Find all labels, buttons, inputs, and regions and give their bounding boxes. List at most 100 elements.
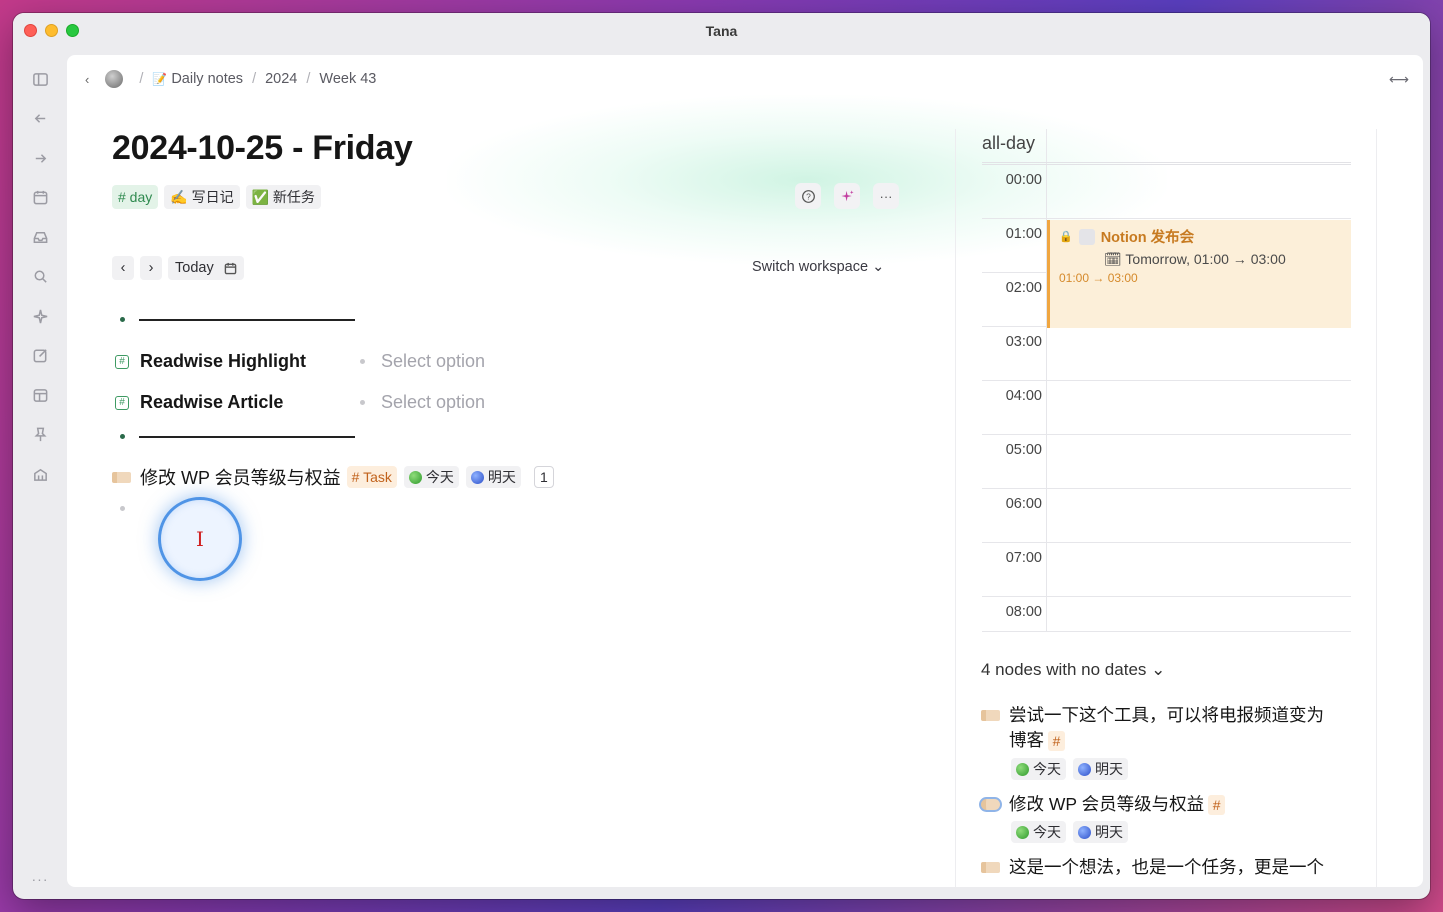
today-chip[interactable]: 今天: [1011, 821, 1066, 843]
today-chip[interactable]: 今天: [1011, 758, 1066, 780]
blue-circle-icon: [1078, 762, 1091, 776]
task-supertag[interactable]: # Task: [346, 466, 397, 488]
field-name[interactable]: Readwise Highlight: [140, 351, 360, 372]
outline-divider-row[interactable]: [112, 317, 355, 322]
tomorrow-chip[interactable]: 明天: [465, 466, 521, 488]
no-date-item-chips: 今天 明天: [1011, 758, 1135, 780]
date-navigation: ‹ › Today: [112, 256, 244, 280]
blue-circle-icon: [470, 470, 484, 484]
bullet[interactable]: [120, 317, 125, 322]
workspace-building-icon[interactable]: [30, 464, 50, 484]
no-date-item-text[interactable]: 这是一个想法，也是一个任务，更是一个: [1009, 855, 1339, 880]
inbox-icon[interactable]: [30, 227, 50, 247]
switch-workspace-button[interactable]: Switch workspace ⌄: [752, 259, 884, 275]
hour-slot[interactable]: 03:00: [982, 327, 1351, 381]
green-circle-icon: [1016, 762, 1029, 776]
hour-divider: [1046, 327, 1047, 380]
text-cursor-icon: I: [196, 527, 204, 551]
next-day-button[interactable]: ›: [140, 256, 162, 280]
today-button[interactable]: Today: [168, 256, 244, 280]
event-time: 01:00 → 03:00: [1059, 271, 1138, 285]
hour-label: 07:00: [1005, 550, 1042, 566]
hour-label: 01:00: [1005, 226, 1042, 242]
field-name[interactable]: Readwise Article: [140, 392, 360, 413]
expand-width-icon[interactable]: ⟷: [1389, 71, 1409, 88]
window-controls: [24, 24, 79, 37]
pin-icon[interactable]: [30, 425, 50, 445]
breadcrumb-week[interactable]: Week 43: [319, 71, 376, 87]
task-text[interactable]: 修改 WP 会员等级与权益: [140, 464, 341, 490]
outline-divider-row[interactable]: [112, 434, 355, 439]
task-ticket-icon[interactable]: [112, 471, 131, 483]
breadcrumb-year[interactable]: 2024: [265, 71, 297, 87]
hour-slot[interactable]: 07:00: [982, 543, 1351, 597]
breadcrumb-separator: /: [252, 71, 257, 87]
field-select-option[interactable]: Select option: [360, 392, 485, 413]
back-arrow-icon[interactable]: [30, 109, 50, 129]
hour-slot[interactable]: 05:00: [982, 435, 1351, 489]
field-row-readwise-article: # Readwise Article Select option: [112, 392, 485, 413]
close-window-button[interactable]: [24, 24, 37, 37]
tomorrow-chip[interactable]: 明天: [1073, 821, 1128, 843]
layout-icon[interactable]: [30, 385, 50, 405]
hour-label: 03:00: [1005, 334, 1042, 350]
zoom-window-button[interactable]: [66, 24, 79, 37]
item-tag[interactable]: #: [1048, 731, 1065, 752]
no-date-item[interactable]: 尝试一下这个工具，可以将电报频道变为博客 #: [981, 703, 1339, 753]
today-chip[interactable]: 今天: [403, 466, 459, 488]
field-select-option[interactable]: Select option: [360, 351, 485, 372]
minimize-window-button[interactable]: [45, 24, 58, 37]
sidebar-more-button[interactable]: ···: [13, 871, 67, 887]
prev-day-button[interactable]: ‹: [112, 256, 134, 280]
tomorrow-chip[interactable]: 明天: [1073, 758, 1128, 780]
breadcrumb: ‹ / 📝 Daily notes / 2024 / Week 43: [85, 69, 376, 89]
breadcrumb-back-icon[interactable]: ‹: [85, 72, 89, 87]
help-icon[interactable]: ?: [795, 183, 821, 209]
hour-divider: [1046, 435, 1047, 488]
ai-sparkle-icon[interactable]: [834, 183, 860, 209]
breadcrumb-separator: /: [306, 71, 311, 87]
no-date-item-text[interactable]: 修改 WP 会员等级与权益 #: [1009, 792, 1339, 817]
breadcrumb-daily-notes[interactable]: Daily notes: [171, 71, 243, 87]
search-icon[interactable]: [30, 267, 50, 287]
tag-day[interactable]: # day: [112, 185, 159, 209]
forward-arrow-icon[interactable]: [30, 148, 50, 168]
task-ticket-icon[interactable]: [981, 862, 1000, 873]
app-window: Tana ··· ‹ / 📝 Daily notes / 2024 / Week…: [13, 13, 1430, 899]
task-ticket-icon[interactable]: [981, 710, 1000, 721]
no-date-item-text[interactable]: 尝试一下这个工具，可以将电报频道变为博客 #: [1009, 703, 1339, 753]
horizontal-rule: [139, 435, 355, 438]
ai-sparkle-icon[interactable]: [30, 306, 50, 326]
no-date-item[interactable]: 修改 WP 会员等级与权益 #: [981, 792, 1339, 817]
hour-slot[interactable]: 04:00: [982, 381, 1351, 435]
item-tag[interactable]: #: [1208, 795, 1226, 816]
more-options-button[interactable]: ···: [873, 183, 899, 209]
calendar-event[interactable]: 🔒 Notion 发布会 🗓 Tomorrow, 01:00 → 03:00 0…: [1047, 220, 1351, 328]
calendar-today-icon[interactable]: [30, 188, 50, 208]
title-bar: Tana: [13, 13, 1430, 49]
no-dates-toggle[interactable]: 4 nodes with no dates ⌄: [981, 660, 1165, 680]
empty-row[interactable]: [112, 506, 139, 511]
hour-label: 05:00: [1005, 442, 1042, 458]
task-row[interactable]: 修改 WP 会员等级与权益 # Task 今天 明天 1: [112, 464, 554, 490]
bullet[interactable]: [120, 506, 125, 511]
event-title[interactable]: Notion 发布会: [1101, 226, 1194, 247]
edit-icon[interactable]: [30, 346, 50, 366]
hour-slot[interactable]: 00:00: [982, 165, 1351, 219]
page-title[interactable]: 2024-10-25 - Friday: [112, 129, 413, 168]
blue-circle-icon: [1078, 825, 1091, 839]
lock-icon: 🔒: [1059, 231, 1073, 243]
no-date-item[interactable]: 这是一个想法，也是一个任务，更是一个: [981, 855, 1339, 880]
bullet[interactable]: [120, 434, 125, 439]
tag-journal[interactable]: ✍️ 写日记: [164, 185, 240, 209]
hour-slot[interactable]: 06:00: [982, 489, 1351, 543]
tag-new-task[interactable]: ✅ 新任务: [245, 185, 321, 209]
hour-slot[interactable]: 08:00: [982, 597, 1351, 632]
sidebar-toggle-icon[interactable]: [30, 69, 50, 89]
event-checkbox[interactable]: [1078, 228, 1095, 245]
chip-label: 今天: [425, 469, 454, 485]
child-count-badge[interactable]: 1: [533, 466, 554, 488]
task-ticket-icon[interactable]: [981, 799, 1000, 810]
workspace-avatar[interactable]: [105, 70, 124, 88]
bullet: [360, 400, 365, 405]
